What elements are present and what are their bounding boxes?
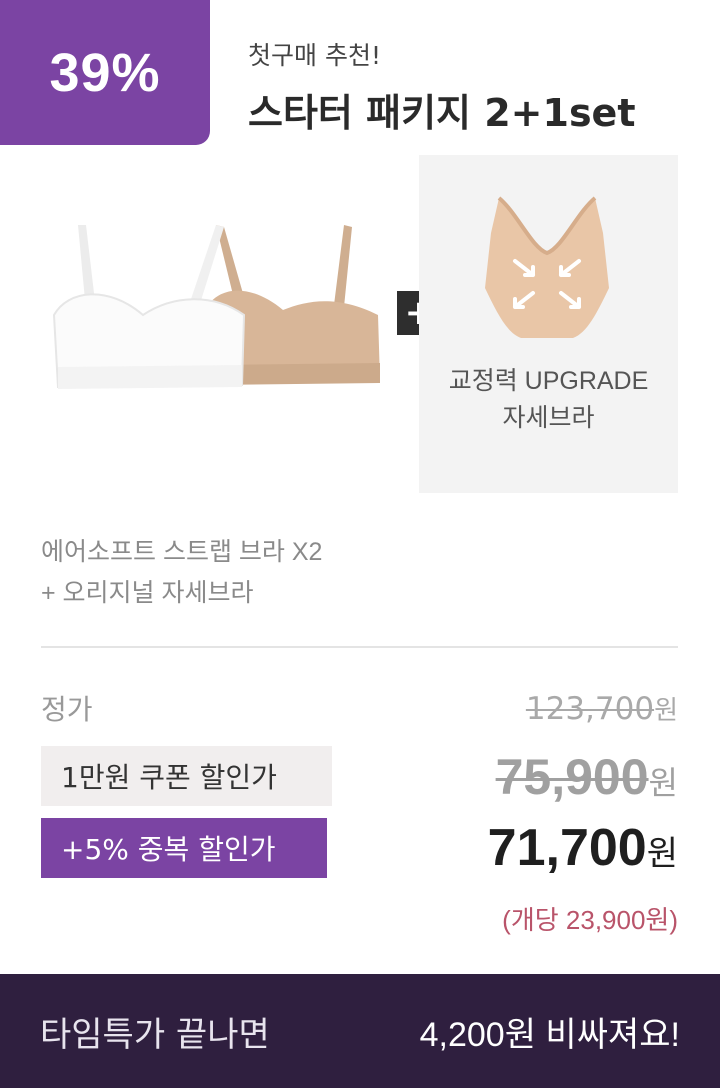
extra-discount-label: +5% 중복 할인가 <box>41 818 327 878</box>
coupon-price-label: 1만원 쿠폰 할인가 <box>41 746 332 806</box>
per-item-price: (개당 23,900원) <box>502 905 678 935</box>
regular-price: 123,700원 <box>526 690 678 727</box>
regular-price-value: 123,700 <box>525 691 655 727</box>
header-subtitle: 첫구매 추천! <box>248 41 381 70</box>
divider <box>41 646 678 648</box>
discount-rate: 39% <box>49 42 161 103</box>
regular-price-label: 정가 <box>41 693 93 726</box>
time-deal-ends-text: 타임특가 끝나면 <box>40 1014 270 1055</box>
posture-bra-image <box>485 196 609 338</box>
white-bra-image <box>52 225 246 389</box>
package-title: 스타터 패키지 2+1set <box>248 91 636 135</box>
time-deal-banner[interactable]: 타임특가 끝나면 4,200원 비싸져요! <box>0 974 720 1088</box>
upgrade-posture-bra-card: 교정력 UPGRADE 자세브라 <box>419 155 678 493</box>
package-description: 에어소프트 스트랩 브라 X2 + 오리지널 자세브라 <box>41 532 322 614</box>
final-price-unit: 원 <box>646 834 678 874</box>
description-line2: + 오리지널 자세브라 <box>41 579 254 607</box>
regular-price-unit: 원 <box>654 696 678 726</box>
description-line1: 에어소프트 스트랩 브라 X2 <box>41 538 323 566</box>
price-increase-text: 4,200원 비싸져요! <box>419 1015 680 1054</box>
strap-bra-pair-image <box>48 215 388 400</box>
final-price: 71,700원 <box>488 818 678 878</box>
discount-badge: 39% <box>0 0 210 145</box>
coupon-price: 75,900원 <box>496 748 678 806</box>
upgrade-bra-label: 교정력 UPGRADE 자세브라 <box>419 363 678 437</box>
coupon-price-unit: 원 <box>648 764 678 802</box>
coupon-price-value: 75,900 <box>495 749 649 805</box>
upgrade-label-line1: 교정력 UPGRADE <box>448 367 649 395</box>
final-price-value: 71,700 <box>487 819 647 877</box>
upgrade-label-line2: 자세브라 <box>502 404 595 432</box>
